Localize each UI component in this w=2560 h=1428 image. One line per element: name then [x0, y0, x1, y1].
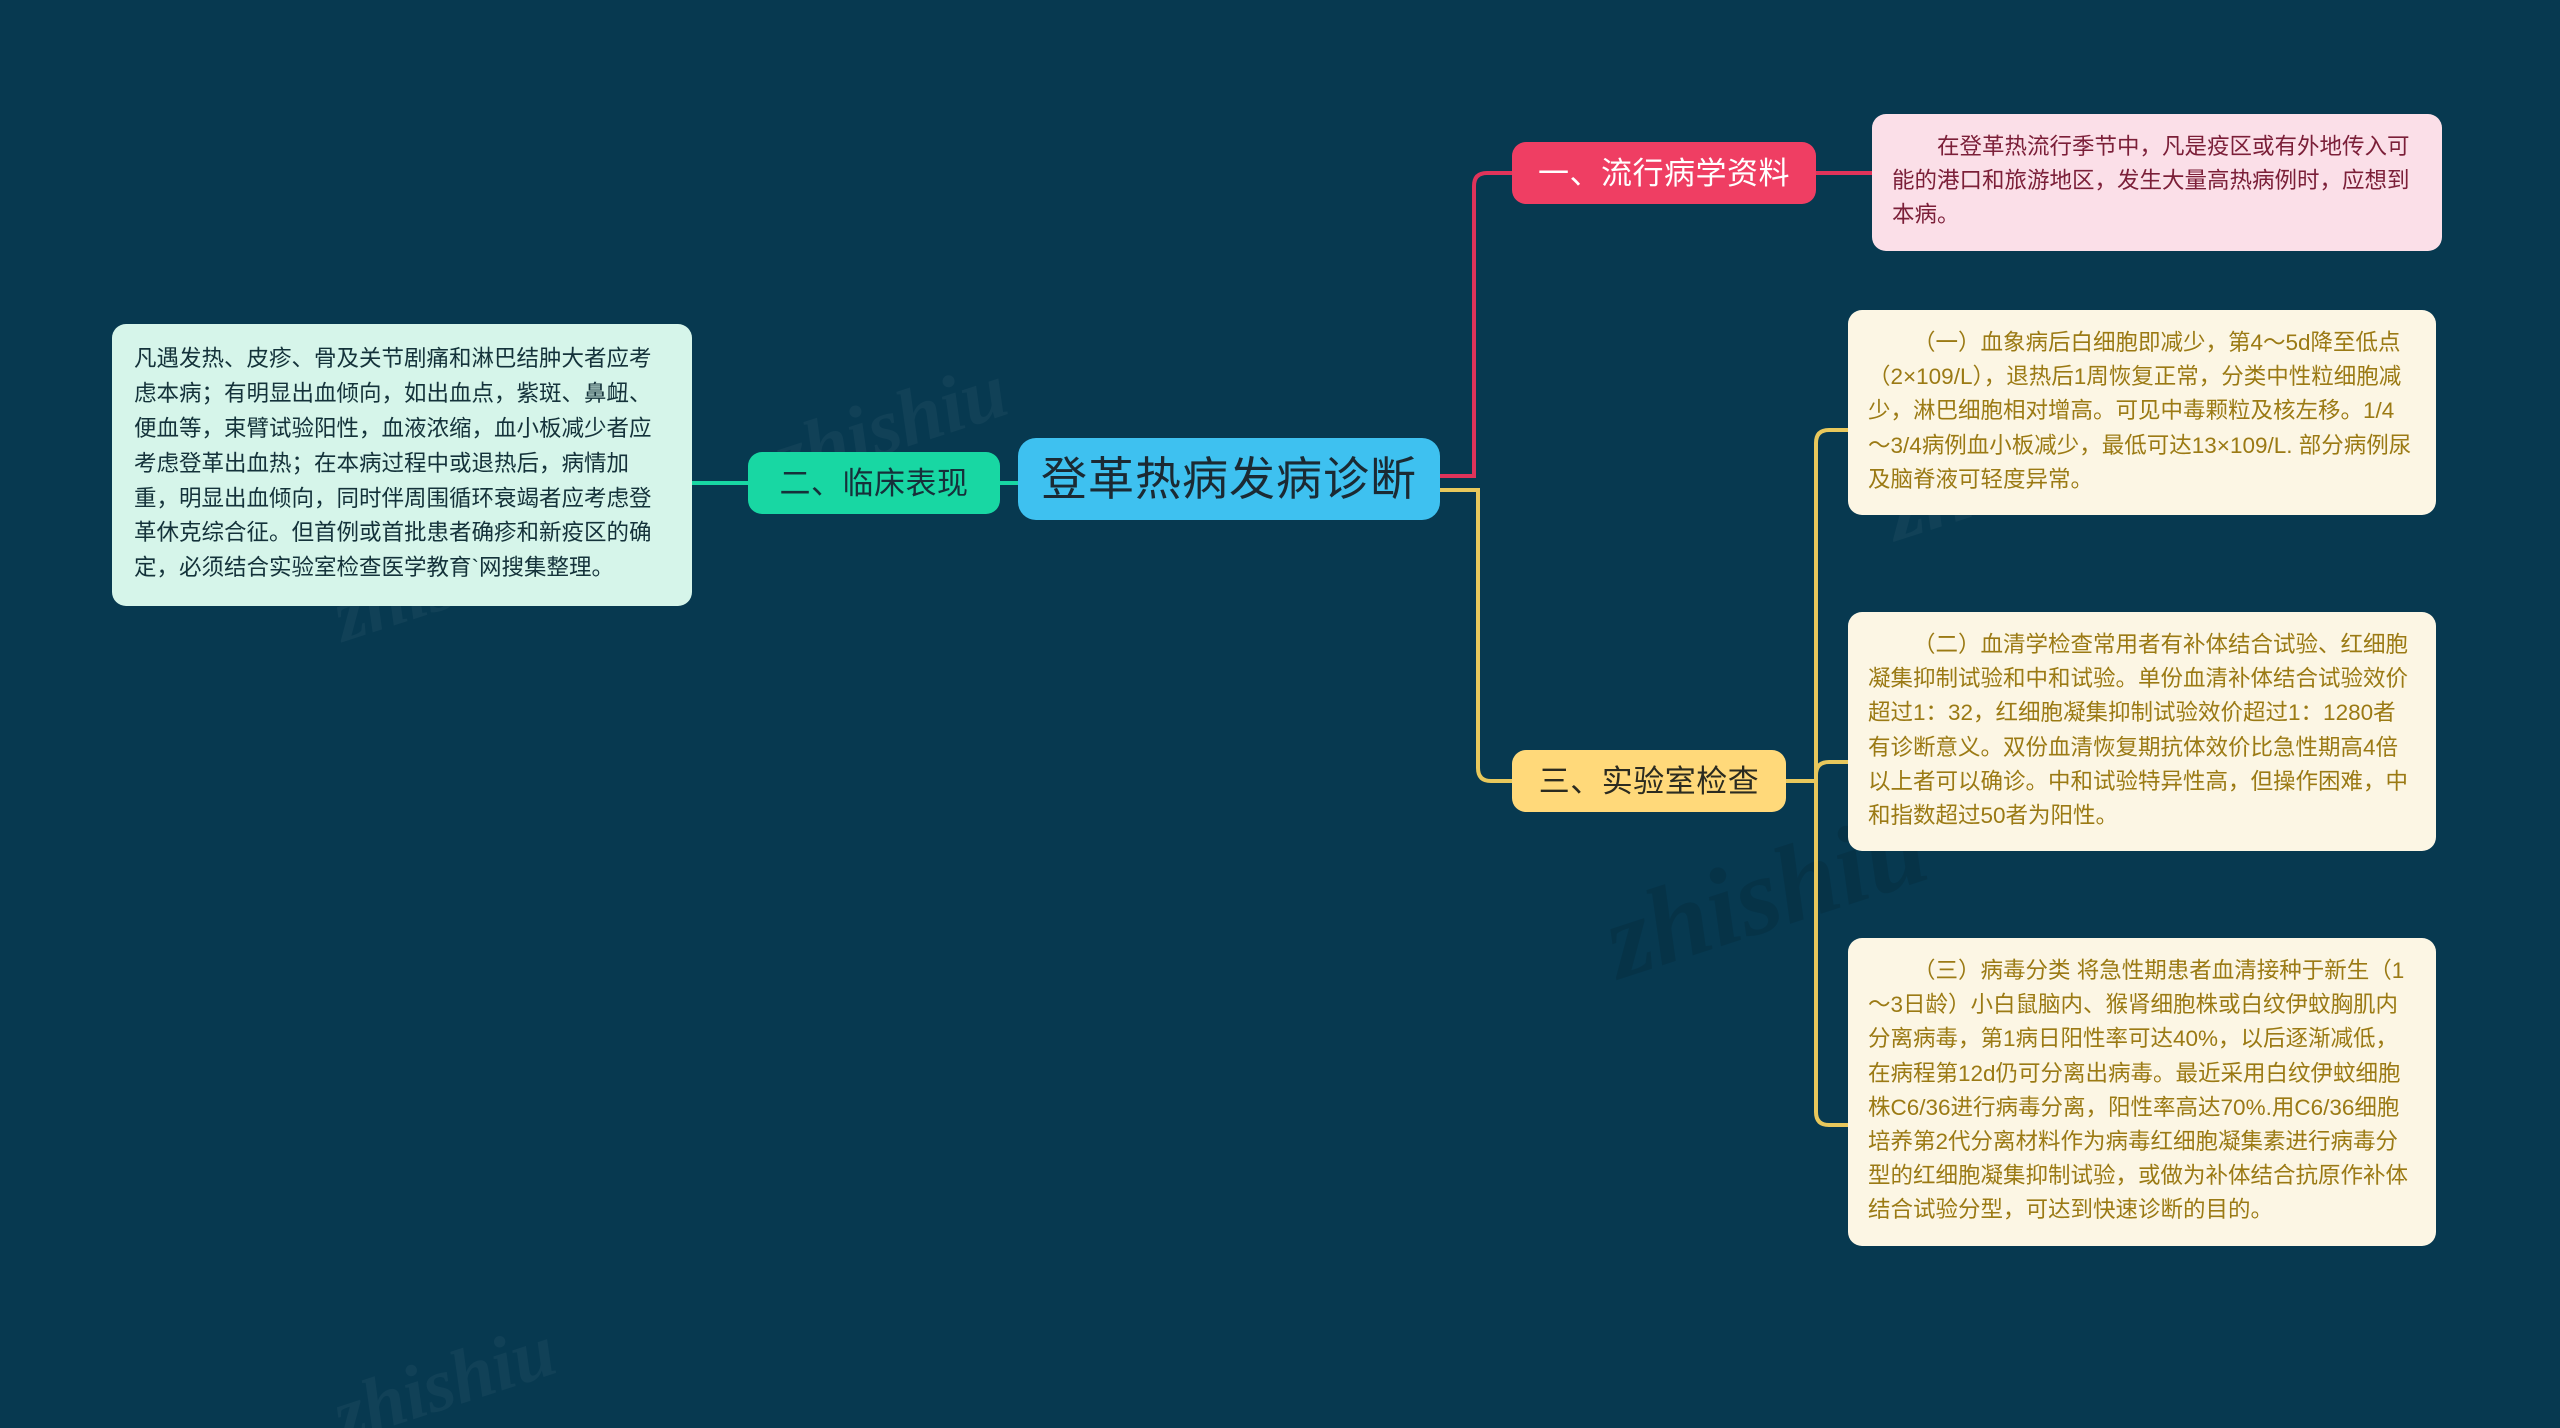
card-laboratory-blood-text: （一）血象病后白细胞即减少，第4～5d降至低点（2×109/L），退热后1周恢复… — [1868, 330, 2412, 492]
card-epidemiology-text: 在登革热流行季节中，凡是疫区或有外地传入可能的港口和旅游地区，发生大量高热病例时… — [1892, 134, 2410, 228]
connector-lab-card-1 — [1814, 428, 1848, 781]
card-clinical-text: 凡遇发热、皮疹、骨及关节剧痛和淋巴结肿大者应考虑本病；有明显出血倾向，如出血点，… — [134, 346, 652, 581]
central-node-label: 登革热病发病诊断 — [1041, 453, 1417, 505]
card-clinical-detail[interactable]: 凡遇发热、皮疹、骨及关节剧痛和淋巴结肿大者应考虑本病；有明显出血倾向，如出血点，… — [112, 324, 692, 607]
branch-epidemiology-label: 一、流行病学资料 — [1538, 155, 1790, 191]
watermark: zhishiu — [322, 1307, 566, 1428]
connector-lab-card-2 — [1814, 760, 1848, 781]
card-laboratory-serology[interactable]: （二）血清学检查常用者有补体结合试验、红细胞凝集抑制试验和中和试验。单份血清补体… — [1848, 612, 2436, 852]
card-laboratory-blood[interactable]: （一）血象病后白细胞即减少，第4～5d降至低点（2×109/L），退热后1周恢复… — [1848, 310, 2436, 515]
branch-epidemiology[interactable]: 一、流行病学资料 — [1512, 142, 1816, 204]
central-node[interactable]: 登革热病发病诊断 — [1018, 438, 1440, 520]
branch-clinical[interactable]: 二、临床表现 — [748, 452, 1000, 514]
connector-epidemiology — [1440, 171, 1512, 478]
mindmap-canvas: zhishiu zhishiu zhishiu zhishiu zhishiu … — [0, 0, 2560, 1428]
branch-laboratory[interactable]: 三、实验室检查 — [1512, 750, 1786, 812]
card-laboratory-virology-text: （三）病毒分类 将急性期患者血清接种于新生（1～3日龄）小白鼠脑内、猴肾细胞株或… — [1868, 958, 2409, 1223]
branch-clinical-label: 二、临床表现 — [779, 465, 969, 501]
card-laboratory-virology[interactable]: （三）病毒分类 将急性期患者血清接种于新生（1～3日龄）小白鼠脑内、猴肾细胞株或… — [1848, 938, 2436, 1246]
connector-lab-card-3 — [1814, 781, 1848, 1127]
connector-laboratory — [1440, 488, 1512, 783]
card-epidemiology-detail[interactable]: 在登革热流行季节中，凡是疫区或有外地传入可能的港口和旅游地区，发生大量高热病例时… — [1872, 114, 2442, 251]
card-laboratory-serology-text: （二）血清学检查常用者有补体结合试验、红细胞凝集抑制试验和中和试验。单份血清补体… — [1868, 632, 2409, 828]
branch-laboratory-label: 三、实验室检查 — [1538, 763, 1760, 799]
